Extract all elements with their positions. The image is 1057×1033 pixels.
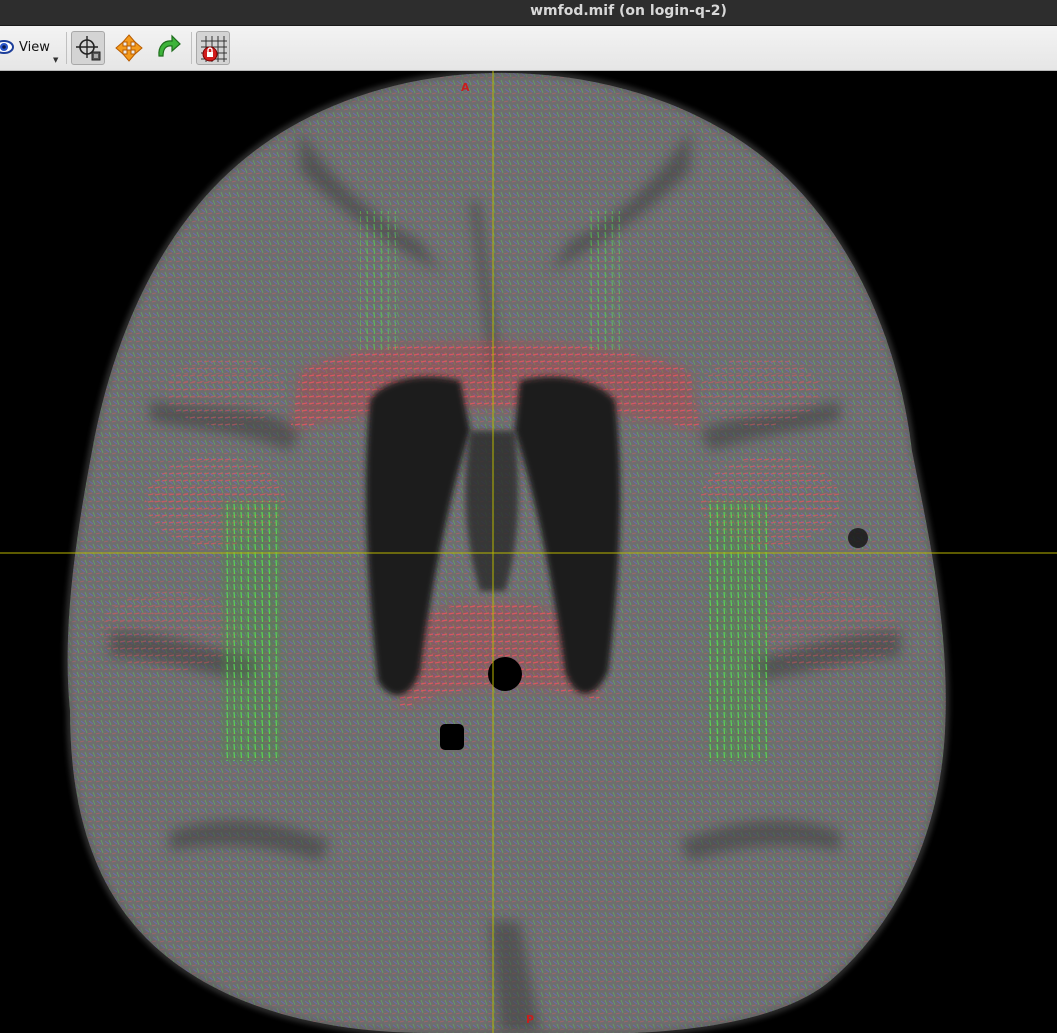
window-title: wmfod.mif (on login-q-2): [530, 3, 727, 19]
rotate-tool-button[interactable]: [151, 31, 185, 65]
grid-lock-icon: [201, 36, 227, 62]
toolbar-separator: [66, 32, 67, 64]
crosshair-icon: [76, 36, 101, 61]
move-tool-button[interactable]: [112, 31, 146, 65]
title-bar: wmfod.mif (on login-q-2): [0, 0, 1057, 26]
focus-tool-button[interactable]: [71, 31, 105, 65]
eye-icon: [0, 40, 14, 54]
orientation-label-posterior: P: [526, 1013, 535, 1026]
toolbar: View ▼: [0, 26, 1057, 71]
lock-grid-tool-button[interactable]: [196, 31, 230, 65]
move-arrows-icon: [115, 34, 143, 62]
view-menu-button[interactable]: View ▼: [0, 34, 62, 64]
orientation-label-anterior: A: [461, 81, 470, 94]
image-viewport[interactable]: A P: [0, 71, 1057, 1033]
toolbar-separator: [191, 32, 192, 64]
rotate-arrow-icon: [158, 34, 181, 57]
brain-slice-render: [0, 71, 1057, 1033]
view-menu-label: View: [19, 40, 50, 55]
dropdown-arrow-icon: ▼: [53, 56, 59, 64]
